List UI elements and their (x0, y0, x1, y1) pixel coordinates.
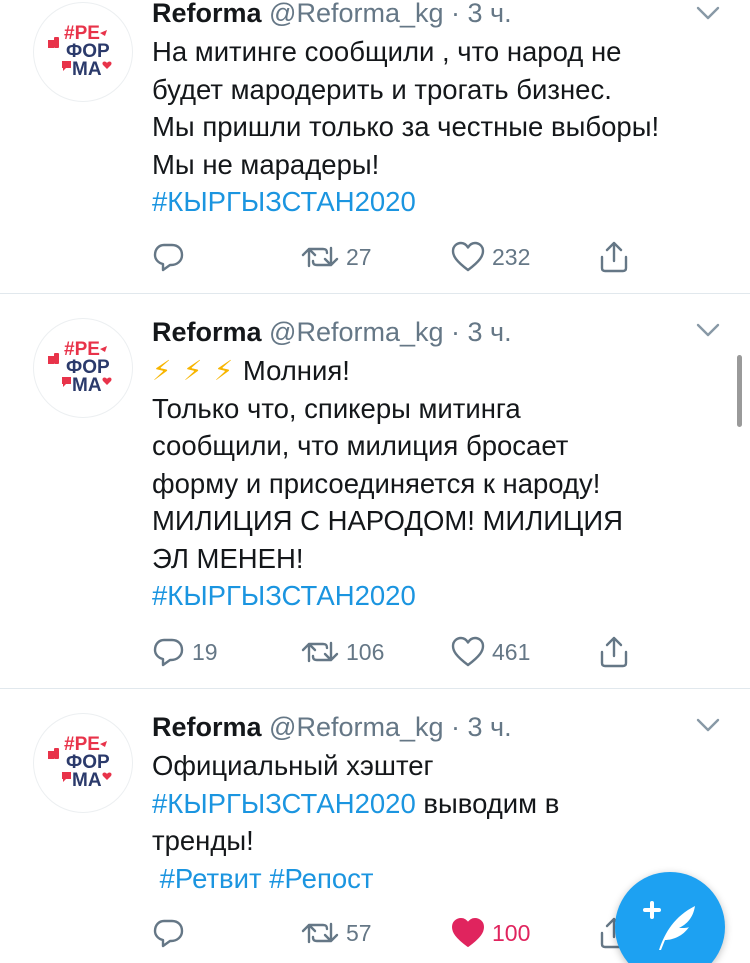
tweet-header: Reforma @Reforma_kg · 3 ч. (152, 316, 512, 348)
reforma-logo-icon: #РЕ ФОР МА (48, 339, 112, 396)
retweet-button[interactable]: 57 (300, 913, 372, 953)
author-handle[interactable]: @Reforma_kg (269, 0, 443, 28)
tweet-2[interactable]: #РЕ ФОР МА Reforma @Reforma_kg · 3 ч. ⚡ … (0, 294, 750, 687)
like-button[interactable]: 461 (450, 632, 530, 672)
retweet-icon (301, 922, 339, 944)
tweet-text-line: МИЛИЦИЯ С НАРОДОМ! МИЛИЦИЯ (152, 505, 623, 536)
tweet-text-line: ЭЛ МЕНЕН! (152, 542, 304, 574)
tweet-actions: 57 100 (150, 913, 650, 953)
svg-text:МА: МА (72, 375, 102, 396)
tweet-menu-button[interactable] (692, 0, 724, 29)
hashtag-link[interactable]: #КЫРГЫЗСТАН2020 (152, 183, 732, 221)
reply-count: 19 (192, 638, 218, 665)
tweet-text-fragment: выводим в (415, 787, 560, 819)
tweet-text-line: ⚡ ⚡ ⚡ Молния! (152, 352, 732, 390)
hashtag-link[interactable]: #КЫРГЫЗСТАН2020 (152, 788, 416, 819)
heart-icon (451, 241, 485, 272)
tweet-text: ⚡ ⚡ ⚡ Молния! Только что, спикеры митинг… (152, 352, 732, 615)
retweet-button[interactable]: 106 (300, 632, 384, 672)
like-count: 232 (492, 243, 531, 270)
avatar[interactable]: #РЕ ФОР МА (33, 2, 133, 102)
reply-button[interactable] (150, 913, 192, 953)
avatar[interactable]: #РЕ ФОР МА (33, 713, 133, 813)
reply-button[interactable] (150, 237, 192, 277)
tweet-time[interactable]: · 3 ч. (451, 0, 512, 28)
author-name[interactable]: Reforma (152, 0, 262, 28)
tweet-text-line: На митинге сообщили , что народ не (152, 36, 622, 67)
retweet-button[interactable]: 27 (300, 237, 372, 277)
retweet-icon (301, 246, 339, 268)
reforma-logo-icon: #РЕ ФОР МА (48, 23, 112, 80)
tweet-text-line: будет мародерить и трогать бизнес. (152, 73, 612, 105)
tweet-menu-button[interactable] (692, 709, 724, 741)
tweet-menu-button[interactable] (692, 314, 724, 346)
chevron-down-icon (696, 323, 720, 337)
retweet-count: 57 (346, 919, 372, 946)
hashtag-link[interactable]: #КЫРГЫЗСТАН2020 (152, 577, 732, 615)
tweet-text-line: #КЫРГЫЗСТАН2020 выводим в (152, 785, 732, 823)
reply-icon (153, 919, 184, 948)
tweet-header: Reforma @Reforma_kg · 3 ч. (152, 711, 512, 743)
reply-icon (153, 638, 184, 667)
like-button[interactable]: 232 (450, 237, 530, 277)
tweet-1[interactable]: #РЕ ФОР МА Reforma @Reforma_kg · 3 ч. На… (0, 0, 750, 293)
heart-icon (451, 636, 485, 667)
svg-text:МА: МА (72, 59, 102, 80)
share-icon (600, 636, 628, 668)
tweet-text: На митинге сообщили , что народ не будет… (152, 33, 732, 221)
tweet-text-line: форму и присоединяется к народу! (152, 467, 601, 499)
retweet-icon (301, 641, 339, 663)
heart-filled-icon (452, 918, 484, 947)
tweet-text-line: Мы не марадеры! (152, 148, 380, 180)
author-handle[interactable]: @Reforma_kg (269, 317, 443, 347)
retweet-count: 106 (346, 638, 385, 665)
retweet-count: 27 (346, 243, 372, 270)
tweet-text-line: Только что, спикеры митинга (152, 392, 521, 424)
chevron-down-icon (696, 718, 720, 732)
tweet-actions: 19 106 461 (150, 632, 650, 672)
share-button[interactable] (596, 237, 632, 277)
reply-icon (153, 243, 184, 272)
tweet-time[interactable]: · 3 ч. (451, 317, 512, 347)
like-button[interactable]: 100 (450, 913, 530, 953)
tweet-text-line: тренды! (152, 825, 254, 856)
like-count: 100 (492, 919, 531, 946)
tweet-text-line: Мы пришли только за честные выборы! (152, 111, 660, 142)
tweet-text-fragment: Молния! (242, 355, 350, 386)
tweet-text-line: сообщили, что милиция бросает (152, 430, 569, 461)
scrollbar[interactable] (737, 355, 742, 427)
reforma-logo-icon: #РЕ ФОР МА (48, 734, 112, 791)
tweet-actions: 27 232 (150, 237, 650, 277)
chevron-down-icon (696, 6, 720, 20)
lightning-emoji: ⚡ ⚡ ⚡ (152, 355, 236, 386)
author-handle[interactable]: @Reforma_kg (269, 712, 443, 742)
avatar[interactable]: #РЕ ФОР МА (33, 318, 133, 418)
author-name[interactable]: Reforma (152, 317, 262, 347)
tweet-text-line: Официальный хэштег (152, 750, 434, 781)
tweet-header: Reforma @Reforma_kg · 3 ч. (152, 0, 512, 29)
like-count: 461 (492, 638, 531, 665)
share-icon (600, 241, 628, 273)
svg-text:МА: МА (72, 770, 102, 791)
compose-tweet-button[interactable] (615, 872, 725, 963)
tweet-time[interactable]: · 3 ч. (451, 712, 512, 742)
compose-tweet-icon (643, 901, 695, 950)
share-button[interactable] (596, 632, 632, 672)
reply-button[interactable]: 19 (150, 632, 218, 672)
author-name[interactable]: Reforma (152, 712, 262, 742)
